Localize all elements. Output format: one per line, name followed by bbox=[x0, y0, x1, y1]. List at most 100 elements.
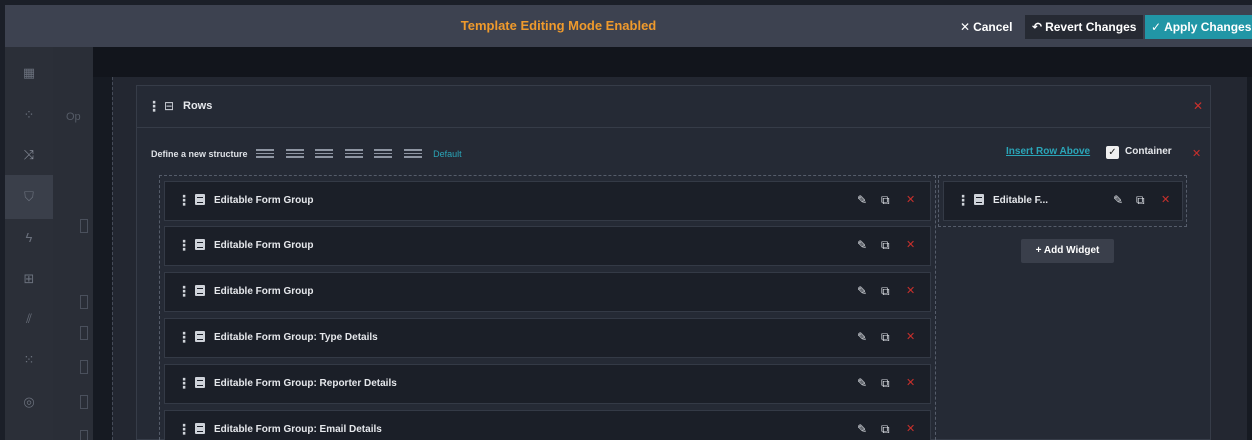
widget-card[interactable]: ⋮ Editable Form Group ✎ ⧉ ✕ bbox=[164, 226, 931, 266]
layout-wide-right-icon[interactable] bbox=[403, 149, 422, 159]
apply-changes-button[interactable]: ✓ Apply Changes bbox=[1145, 15, 1252, 39]
container-checkbox[interactable]: ✓ bbox=[1106, 146, 1119, 159]
form-group-icon bbox=[195, 194, 205, 205]
revert-label: Revert Changes bbox=[1045, 20, 1137, 34]
delete-rows-icon[interactable]: ✕ bbox=[1193, 99, 1203, 113]
delete-icon[interactable]: ✕ bbox=[906, 238, 915, 251]
background-checkbox bbox=[80, 295, 88, 309]
queue-icon[interactable]: ⁘ bbox=[19, 105, 39, 125]
widget-card[interactable]: ⋮ Editable Form Group ✎ ⧉ ✕ bbox=[164, 272, 931, 312]
form-group-icon bbox=[195, 377, 205, 388]
define-structure-label: Define a new structure bbox=[151, 148, 248, 159]
chart-icon[interactable]: ⫽ bbox=[19, 309, 39, 329]
briefcase-icon[interactable]: ⊞ bbox=[19, 269, 39, 289]
layout-wide-left-icon[interactable] bbox=[374, 149, 393, 159]
form-group-icon bbox=[974, 194, 984, 205]
rows-label: Rows bbox=[183, 100, 213, 112]
edit-icon[interactable]: ✎ bbox=[857, 422, 867, 436]
widget-label: Editable Form Group: Type Details bbox=[214, 332, 378, 343]
widget-card[interactable]: ⋮ Editable F... ✎ ⧉ ✕ bbox=[943, 181, 1183, 221]
settings-icon[interactable]: ◎ bbox=[19, 392, 39, 412]
delete-icon[interactable]: ✕ bbox=[906, 284, 915, 297]
app-frame: Template Editing Mode Enabled ✕ Cancel ↶ R… bbox=[5, 5, 1252, 440]
duplicate-icon[interactable]: ⧉ bbox=[881, 238, 890, 253]
widget-card[interactable]: ⋮ Editable Form Group ✎ ⧉ ✕ bbox=[164, 181, 931, 221]
header-strip bbox=[93, 47, 1252, 77]
edit-icon[interactable]: ✎ bbox=[857, 284, 867, 298]
delete-icon[interactable]: ✕ bbox=[906, 376, 915, 389]
apps-icon[interactable]: ⁙ bbox=[19, 350, 39, 370]
widget-label: Editable Form Group bbox=[214, 195, 314, 206]
revert-changes-button[interactable]: ↶ Revert Changes bbox=[1025, 15, 1144, 39]
rows-icon: ⊟ bbox=[164, 99, 175, 113]
rows-section: ⋮ ⊟ Rows ✕ Define a new structure Defaul… bbox=[136, 85, 1211, 440]
shuffle-icon[interactable]: ⤨ bbox=[19, 145, 39, 165]
check-icon: ✓ bbox=[1151, 20, 1162, 34]
drag-handle-icon[interactable]: ⋮ bbox=[177, 283, 191, 300]
layout-four-columns-icon[interactable] bbox=[344, 149, 363, 159]
layout-three-columns-icon[interactable] bbox=[315, 149, 334, 159]
edit-icon[interactable]: ✎ bbox=[857, 238, 867, 252]
widget-card[interactable]: ⋮ Editable Form Group: Email Details ✎ ⧉… bbox=[164, 410, 931, 440]
duplicate-icon[interactable]: ⧉ bbox=[881, 284, 890, 299]
cancel-label: Cancel bbox=[973, 20, 1013, 34]
form-group-icon bbox=[195, 331, 205, 342]
drag-handle-icon[interactable]: ⋮ bbox=[177, 329, 191, 346]
edit-icon[interactable]: ✎ bbox=[857, 376, 867, 390]
add-widget-label: Add Widget bbox=[1043, 245, 1100, 256]
edit-icon[interactable]: ✎ bbox=[857, 193, 867, 207]
structure-selector: Define a new structure Default bbox=[151, 148, 462, 164]
left-nav: ▦ ⁘ ⤨ ⛉ ϟ ⊞ ⫽ ⁙ ◎ bbox=[5, 47, 53, 440]
delete-row-icon[interactable]: ✕ bbox=[1192, 147, 1201, 160]
drag-handle-icon[interactable]: ⋮ bbox=[177, 237, 191, 254]
delete-icon[interactable]: ✕ bbox=[906, 330, 915, 343]
drag-handle-icon[interactable]: ⋮ bbox=[147, 98, 161, 115]
duplicate-icon[interactable]: ⧉ bbox=[1136, 193, 1145, 208]
delete-icon[interactable]: ✕ bbox=[906, 422, 915, 435]
dashboard-icon[interactable]: ▦ bbox=[19, 63, 39, 83]
edit-icon[interactable]: ✎ bbox=[1113, 193, 1123, 207]
widget-label: Editable Form Group bbox=[214, 286, 314, 297]
add-widget-button[interactable]: + Add Widget bbox=[1021, 239, 1114, 263]
cancel-button[interactable]: ✕ Cancel bbox=[960, 15, 1012, 39]
default-layout-link[interactable]: Default bbox=[433, 149, 462, 159]
duplicate-icon[interactable]: ⧉ bbox=[881, 376, 890, 391]
background-checkbox bbox=[80, 326, 88, 340]
drag-handle-icon[interactable]: ⋮ bbox=[177, 375, 191, 392]
background-checkbox bbox=[80, 219, 88, 233]
apply-label: Apply Changes bbox=[1164, 20, 1252, 34]
delete-icon[interactable]: ✕ bbox=[1161, 193, 1170, 206]
drag-handle-icon[interactable]: ⋮ bbox=[956, 192, 970, 209]
undo-icon: ↶ bbox=[1032, 20, 1043, 34]
form-group-icon bbox=[195, 423, 205, 434]
drag-handle-icon[interactable]: ⋮ bbox=[177, 421, 191, 438]
container-label: Container bbox=[1125, 146, 1172, 157]
layout-one-column-icon[interactable] bbox=[256, 149, 275, 159]
background-text: Op bbox=[66, 111, 81, 123]
widget-card[interactable]: ⋮ Editable Form Group: Type Details ✎ ⧉ … bbox=[164, 318, 931, 358]
drag-handle-icon[interactable]: ⋮ bbox=[177, 192, 191, 209]
widget-label: Editable F... bbox=[993, 195, 1049, 206]
template-edit-bar: Template Editing Mode Enabled ✕ Cancel ↶ R… bbox=[5, 5, 1252, 47]
widget-card[interactable]: ⋮ Editable Form Group: Reporter Details … bbox=[164, 364, 931, 404]
duplicate-icon[interactable]: ⧉ bbox=[881, 422, 890, 437]
background-checkbox bbox=[80, 360, 88, 374]
shield-icon[interactable]: ⛉ bbox=[19, 187, 39, 207]
edit-icon[interactable]: ✎ bbox=[857, 330, 867, 344]
plus-icon: + bbox=[1035, 245, 1044, 256]
rows-header: ⋮ ⊟ Rows ✕ bbox=[137, 86, 1210, 128]
widget-label: Editable Form Group: Reporter Details bbox=[214, 378, 397, 389]
delete-icon[interactable]: ✕ bbox=[906, 193, 915, 206]
close-icon: ✕ bbox=[960, 20, 971, 34]
widget-label: Editable Form Group bbox=[214, 240, 314, 251]
background-checkbox bbox=[80, 395, 88, 409]
form-group-icon bbox=[195, 239, 205, 250]
duplicate-icon[interactable]: ⧉ bbox=[881, 330, 890, 345]
background-checkbox bbox=[80, 430, 88, 440]
widget-label: Editable Form Group: Email Details bbox=[214, 424, 382, 435]
layout-two-columns-icon[interactable] bbox=[285, 149, 304, 159]
insert-row-above-link[interactable]: Insert Row Above bbox=[1006, 146, 1090, 157]
duplicate-icon[interactable]: ⧉ bbox=[881, 193, 890, 208]
form-group-icon bbox=[195, 285, 205, 296]
bolt-icon[interactable]: ϟ bbox=[19, 228, 39, 248]
